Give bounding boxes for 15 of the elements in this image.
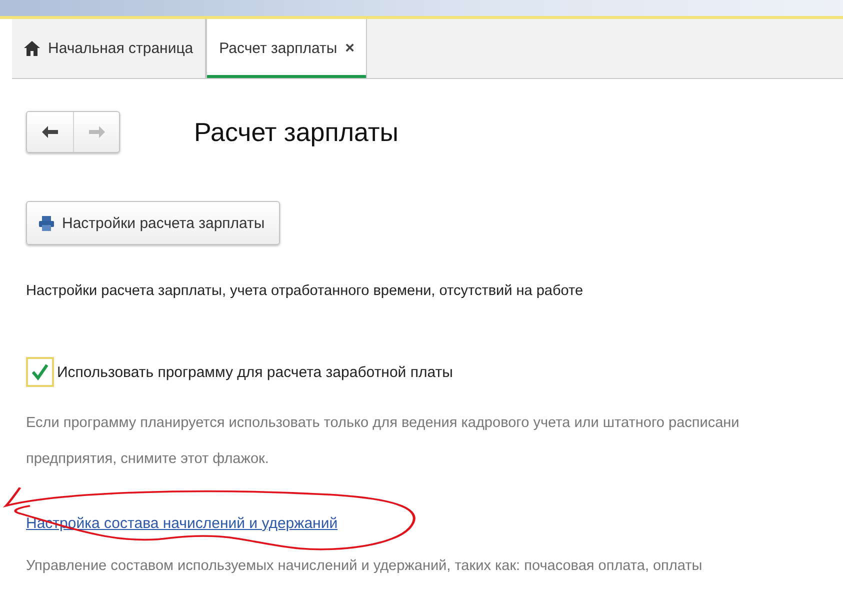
tab[interactable]: Расчет зарплаты × bbox=[206, 19, 368, 78]
checkbox[interactable] bbox=[26, 357, 54, 387]
checkmark-icon bbox=[31, 363, 49, 381]
checkbox-label: Использовать программу для расчета заработной платы bbox=[57, 364, 453, 380]
close-button[interactable]: × bbox=[345, 40, 354, 58]
printer-icon bbox=[39, 216, 54, 230]
link-description: Управление составом используемых начислений и удержаний, таких как: почасовая оплата, оплаты bbox=[26, 558, 702, 574]
settings-button[interactable]: Настройки расчета зарплаты bbox=[26, 201, 280, 245]
back-arrow-icon bbox=[42, 126, 58, 138]
page-title: Расчет зарплаты bbox=[194, 116, 398, 148]
hint-text: Если программу планируется использовать только для ведения кадрового учета или штатного расписани bbox=[26, 414, 740, 433]
description-text: Настройки расчета зарплаты, учета отработанного времени, отсутствий на работе bbox=[26, 283, 584, 299]
forward-arrow-icon bbox=[88, 126, 104, 138]
hint-text: предприятия, снимите этот флажок. bbox=[26, 450, 270, 469]
home-icon bbox=[24, 41, 40, 56]
